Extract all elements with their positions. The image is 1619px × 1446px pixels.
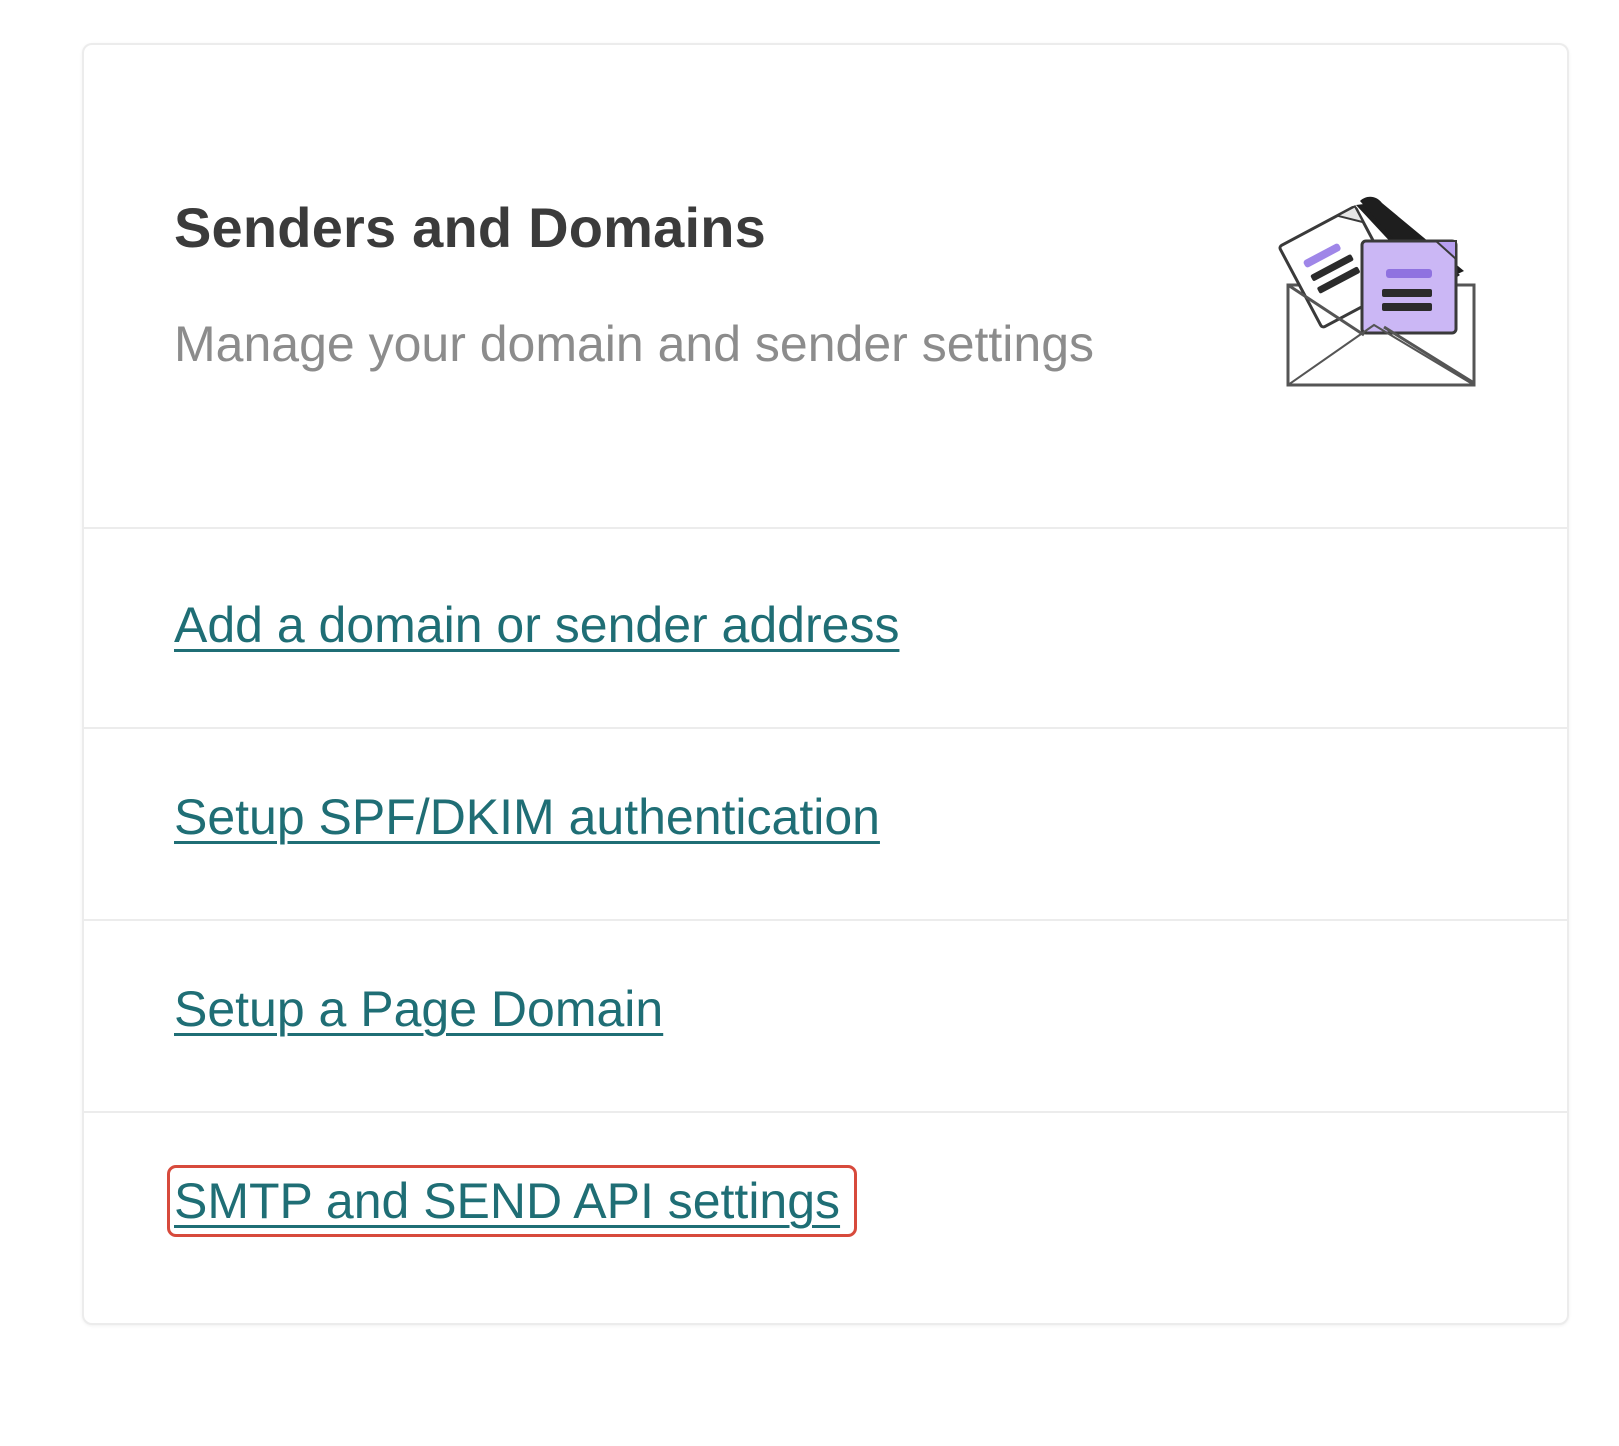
- envelope-with-letters-icon: [1278, 196, 1476, 387]
- senders-domains-card: Senders and Domains Manage your domain a…: [82, 43, 1569, 1325]
- setup-spf-dkim-link[interactable]: Setup SPF/DKIM authentication: [174, 788, 880, 846]
- setup-page-domain-link[interactable]: Setup a Page Domain: [174, 980, 663, 1038]
- link-row-add-domain: Add a domain or sender address: [84, 529, 1567, 729]
- smtp-send-api-settings-link[interactable]: SMTP and SEND API settings: [174, 1172, 840, 1230]
- card-title: Senders and Domains: [174, 196, 766, 259]
- add-domain-link[interactable]: Add a domain or sender address: [174, 596, 899, 654]
- link-row-smtp-api: SMTP and SEND API settings: [84, 1105, 1567, 1305]
- card-subtitle: Manage your domain and sender settings: [174, 316, 1095, 372]
- link-row-spf-dkim: Setup SPF/DKIM authentication: [84, 721, 1567, 921]
- link-row-page-domain: Setup a Page Domain: [84, 913, 1567, 1113]
- card-header: Senders and Domains Manage your domain a…: [84, 45, 1567, 529]
